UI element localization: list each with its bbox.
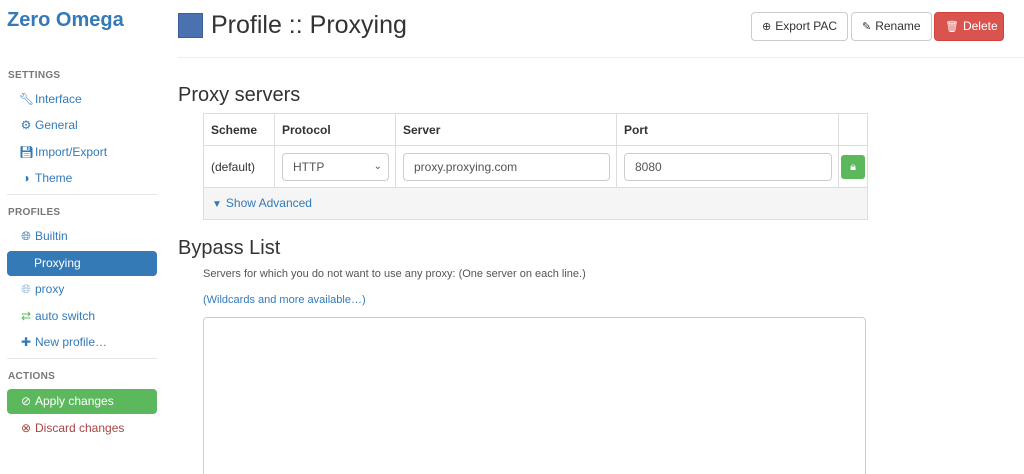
- column-header-server: Server: [396, 114, 617, 145]
- column-header-port: Port: [617, 114, 839, 145]
- protocol-select[interactable]: HTTP ⌄: [282, 153, 389, 181]
- show-advanced-label: Show Advanced: [225, 196, 312, 210]
- sidebar-item-new-profile[interactable]: ✚ New profile…: [7, 330, 157, 355]
- sidebar-item-label: Import/Export: [35, 145, 108, 159]
- bypass-list-textarea[interactable]: [203, 317, 866, 474]
- sidebar-item-label: New profile…: [35, 335, 108, 349]
- port-cell: 8080: [617, 146, 839, 187]
- table-header-row: Scheme Protocol Server Port: [204, 114, 867, 146]
- bypass-help-text: Servers for which you do not want to use…: [203, 268, 586, 280]
- server-cell: proxy.proxying.com: [396, 146, 617, 187]
- sidebar-item-label: Proxying: [34, 256, 81, 270]
- delete-label: Delete: [962, 19, 998, 33]
- sidebar-item-label: auto switch: [35, 309, 96, 323]
- table-row: (default) HTTP ⌄ proxy.proxying.com 8080 …: [204, 146, 867, 188]
- sidebar-item-theme[interactable]: ◑ Theme: [7, 166, 157, 191]
- actions-section-label: ACTIONS: [8, 371, 56, 382]
- divider: [7, 194, 157, 195]
- sidebar-item-label: General: [35, 118, 78, 132]
- sidebar-item-label: Theme: [35, 171, 73, 185]
- profiles-section-label: PROFILES: [8, 207, 61, 218]
- divider: [7, 358, 157, 359]
- column-header-scheme: Scheme: [204, 114, 275, 145]
- plus-icon: ✚: [20, 335, 32, 349]
- delete-button[interactable]: 🗑︎ Delete: [934, 12, 1004, 41]
- port-input[interactable]: 8080: [624, 153, 832, 181]
- gear-icon: ⚙︎: [20, 118, 32, 132]
- sidebar-item-import-export[interactable]: 💾︎Import/Export: [7, 140, 157, 165]
- floppy-disk-icon: 💾︎: [19, 145, 35, 159]
- sidebar-item-general[interactable]: ⚙︎ General: [7, 113, 157, 138]
- sidebar-item-label: Interface: [35, 92, 82, 106]
- protocol-value: HTTP: [293, 160, 325, 174]
- chevron-down-icon: ▼: [212, 199, 222, 210]
- sidebar-item-proxying[interactable]: Proxying: [7, 251, 157, 276]
- show-advanced-link[interactable]: ▼ Show Advanced: [212, 196, 312, 210]
- brand-title[interactable]: Zero Omega: [7, 9, 124, 32]
- discard-changes-label: Discard changes: [35, 421, 125, 435]
- bypass-list-heading: Bypass List: [178, 237, 281, 259]
- discard-changes-button[interactable]: ⊗ Discard changes: [7, 416, 157, 441]
- server-input[interactable]: proxy.proxying.com: [403, 153, 610, 181]
- column-header-protocol: Protocol: [275, 114, 396, 145]
- sidebar: Zero Omega SETTINGS 🔧︎Interface ⚙︎ Genera…: [0, 0, 164, 474]
- lock-icon[interactable]: 🔒︎: [841, 155, 865, 179]
- sidebar-item-proxy[interactable]: 🌐︎ proxy: [7, 277, 157, 302]
- export-pac-button[interactable]: ⊕ Export PAC: [751, 12, 849, 41]
- globe-icon: 🌐︎: [21, 229, 31, 243]
- apply-changes-label: Apply changes: [35, 394, 114, 408]
- sidebar-item-auto-switch[interactable]: ⇄ auto switch: [7, 304, 157, 329]
- page-title: Profile :: Proxying: [211, 11, 407, 39]
- retweet-icon: ⇄: [20, 309, 32, 323]
- globe-icon: 🌐︎: [21, 282, 31, 296]
- sidebar-item-label: Builtin: [35, 229, 68, 243]
- sidebar-item-builtin[interactable]: 🌐︎ Builtin: [7, 224, 157, 249]
- chevron-down-icon: ⌄: [373, 161, 382, 172]
- header-divider: [178, 57, 1024, 58]
- half-circle-icon: ◑: [22, 171, 30, 185]
- check-circle-icon: ⊘: [20, 394, 32, 408]
- proxy-servers-heading: Proxy servers: [178, 84, 301, 106]
- protocol-cell: HTTP ⌄: [275, 146, 396, 187]
- profile-color-swatch[interactable]: [178, 13, 203, 38]
- scheme-cell: (default): [204, 146, 275, 187]
- proxy-servers-table: Scheme Protocol Server Port (default) HT…: [203, 113, 868, 220]
- settings-section-label: SETTINGS: [8, 70, 61, 81]
- download-icon: ⊕: [762, 21, 772, 33]
- sidebar-item-interface[interactable]: 🔧︎Interface: [7, 87, 157, 112]
- show-advanced-row: ▼ Show Advanced: [204, 188, 867, 219]
- export-pac-label: Export PAC: [775, 19, 838, 33]
- wildcards-link[interactable]: (Wildcards and more available…): [203, 294, 366, 306]
- wrench-icon: 🔧︎: [19, 92, 35, 106]
- rename-label: Rename: [875, 19, 921, 33]
- edit-icon: ✎: [862, 21, 872, 33]
- trash-icon: 🗑︎: [945, 21, 959, 33]
- x-circle-icon: ⊗: [20, 421, 32, 435]
- rename-button[interactable]: ✎ Rename: [851, 12, 932, 41]
- sidebar-item-label: proxy: [35, 282, 65, 296]
- apply-changes-button[interactable]: ⊘ Apply changes: [7, 389, 157, 414]
